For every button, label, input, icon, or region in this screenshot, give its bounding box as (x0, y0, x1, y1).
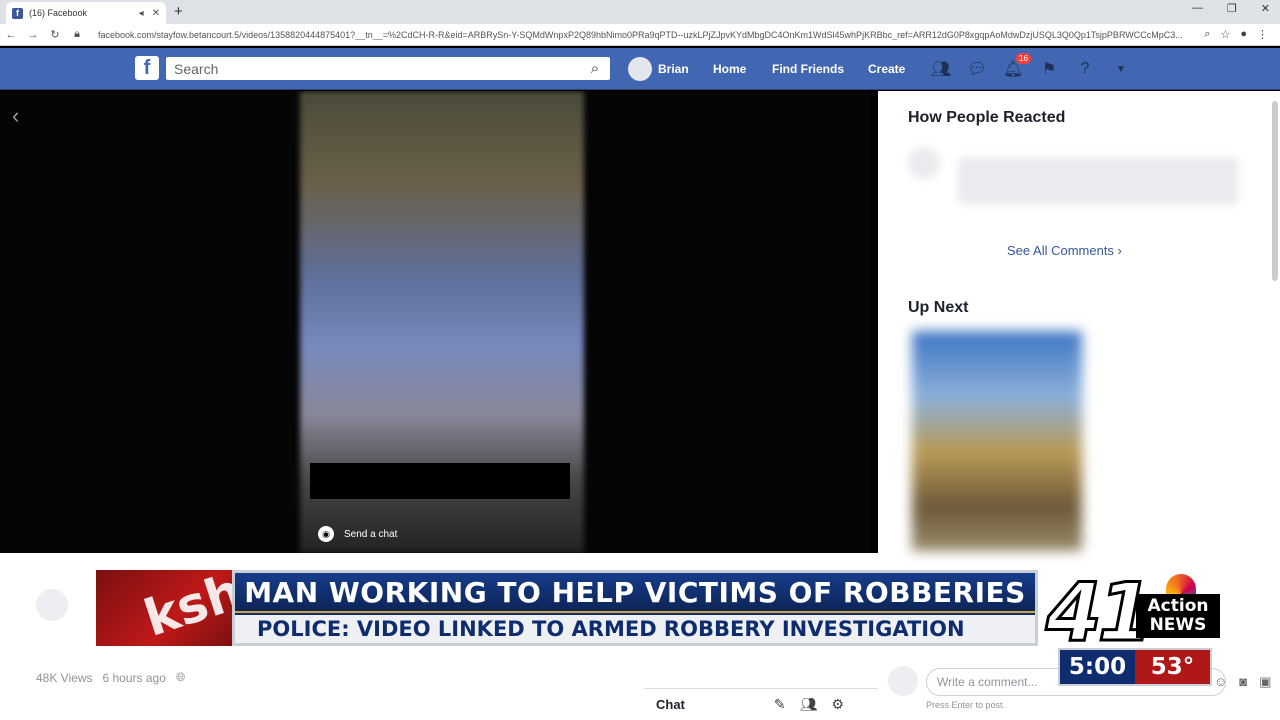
avatar (628, 57, 652, 81)
zoom-icon[interactable]: ⌕ (1204, 28, 1210, 41)
bookmark-star-icon[interactable]: ☆ (1220, 28, 1230, 41)
news-banner: MAN WORKING TO HELP VICTIMS OF ROBBERIES… (232, 570, 1038, 646)
profile-link[interactable]: Brian (628, 57, 689, 81)
logo-text: ksh (137, 570, 232, 646)
video-caption-bar (310, 463, 570, 499)
temperature: 53° (1135, 650, 1210, 684)
clock: 5:00 (1060, 650, 1135, 684)
browser-tabbar: f (16) Facebook ◂ ✕ + — ❐ ✕ (0, 0, 1280, 24)
chevron-left-icon[interactable]: ‹ (12, 103, 19, 129)
chat-bar[interactable]: Chat ✎ 👥︎ ⚙ (644, 688, 878, 720)
poster-avatar[interactable] (36, 589, 68, 621)
back-icon[interactable]: ← (0, 29, 22, 41)
time-temp-box: 5:00 53° (1058, 648, 1212, 686)
account-icon[interactable]: ● (1240, 28, 1247, 41)
tab-audio-icon[interactable]: ◂ (139, 8, 144, 19)
view-count: 48K Views (36, 670, 93, 685)
compose-icon[interactable]: ✎ (774, 696, 786, 713)
quick-help-icon[interactable]: ⚑ (1038, 58, 1060, 80)
nav-home[interactable]: Home (713, 62, 746, 76)
messenger-icon[interactable]: 💬︎ (966, 58, 988, 80)
tab-close-icon[interactable]: ✕ (152, 8, 160, 19)
search-input[interactable] (166, 60, 580, 77)
chat-label: Chat (656, 697, 685, 712)
gif-icon[interactable]: ▣ (1259, 674, 1271, 690)
facebook-header: f ⌕ Brian Home Find Friends Create 👥︎ 💬︎… (0, 48, 1280, 90)
news-lower-third: ksh MAN WORKING TO HELP VICTIMS OF ROBBE… (96, 570, 1038, 646)
close-window-icon[interactable]: ✕ (1261, 2, 1270, 15)
forward-icon[interactable]: → (22, 29, 44, 41)
friend-requests-icon[interactable]: 👥︎ (930, 58, 952, 80)
station-logo: ksh (96, 570, 232, 646)
globe-icon: 🌐︎ (175, 670, 186, 684)
gear-icon[interactable]: ⚙ (831, 696, 844, 713)
nav-create[interactable]: Create (868, 62, 905, 76)
reactions-heading: How People Reacted (908, 109, 1066, 126)
search-bar: ⌕ (166, 57, 610, 80)
send-chat-label: Send a chat (344, 528, 398, 540)
snap-chat-prompt: ◉ Send a chat (318, 526, 397, 542)
scrollbar[interactable] (1272, 101, 1278, 281)
notifications-badge: 16 (1015, 52, 1032, 65)
facebook-logo-icon[interactable]: f (135, 56, 159, 80)
station-number: 41 (1044, 565, 1154, 661)
news-headline: MAN WORKING TO HELP VICTIMS OF ROBBERIES (235, 573, 1035, 613)
peacock-logo-icon (1166, 574, 1196, 594)
station-name: Action NEWS (1136, 594, 1220, 638)
maximize-icon[interactable]: ❐ (1227, 2, 1237, 15)
minimize-icon[interactable]: — (1192, 2, 1203, 15)
camera-icon: ◉ (318, 526, 334, 542)
reload-icon[interactable]: ↻ (44, 28, 66, 41)
station-bug: 41 Action NEWS (1044, 565, 1226, 661)
account-menu-chevron-icon[interactable]: ▼ (1110, 58, 1132, 80)
browser-tab[interactable]: f (16) Facebook ◂ ✕ (6, 2, 166, 24)
help-icon[interactable]: ? (1074, 58, 1096, 80)
profile-name: Brian (658, 62, 689, 76)
lock-icon: 🔒︎ (74, 28, 80, 40)
search-icon[interactable]: ⌕ (580, 60, 610, 77)
blurred-comment (958, 157, 1238, 205)
address-bar: ← → ↻ 🔒︎ facebook.com/stayfow.betancourt… (0, 24, 1280, 46)
tab-title: (16) Facebook (29, 8, 88, 18)
video-player[interactable]: ‹ ◉ Send a chat (0, 91, 870, 553)
post-meta: 48K Views 6 hours ago 🌐︎ (36, 670, 185, 685)
see-all-comments-link[interactable]: See All Comments › (1007, 243, 1122, 258)
post-time[interactable]: 6 hours ago (102, 671, 165, 685)
emoji-icon[interactable]: ☺ (1214, 674, 1227, 690)
news-subheadline: POLICE: VIDEO LINKED TO ARMED ROBBERY IN… (235, 615, 1035, 643)
group-chat-icon[interactable]: 👥︎ (800, 696, 818, 713)
browser-menu-icon[interactable]: ⋮ (1257, 28, 1268, 41)
up-next-heading: Up Next (908, 299, 969, 316)
comment-hint: Press Enter to post. (926, 700, 1006, 710)
commenter-avatar (908, 147, 940, 179)
avatar (888, 666, 918, 696)
up-next-thumbnail[interactable] (912, 331, 1082, 551)
new-tab-button[interactable]: + (174, 3, 183, 20)
facebook-favicon-icon: f (12, 7, 23, 19)
window-controls: — ❐ ✕ (1192, 2, 1270, 15)
url-field[interactable]: facebook.com/stayfow.betancourt.5/videos… (98, 30, 1204, 40)
notifications-bell-icon[interactable]: 🔔︎ 16 (1002, 52, 1032, 80)
camera-icon[interactable]: ◙ (1239, 674, 1247, 690)
nav-find-friends[interactable]: Find Friends (772, 62, 844, 76)
